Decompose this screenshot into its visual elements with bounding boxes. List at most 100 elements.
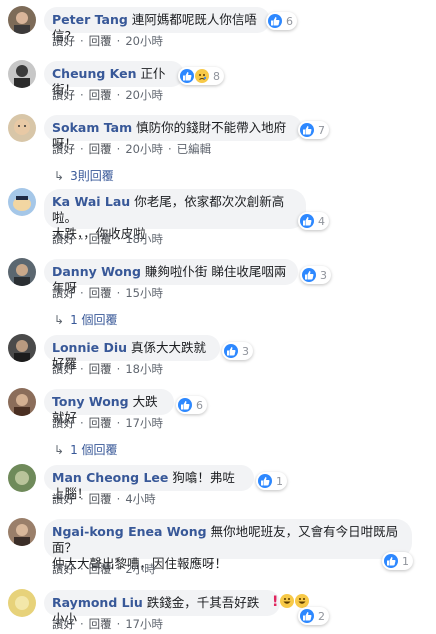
reaction-summary[interactable]: 1	[256, 472, 287, 490]
like-reaction-icon	[268, 14, 282, 28]
avatar[interactable]	[8, 6, 36, 34]
avatar[interactable]	[8, 188, 36, 216]
reaction-summary[interactable]: 6	[266, 12, 297, 30]
reaction-summary[interactable]: 4	[298, 212, 329, 230]
reaction-count: 6	[196, 398, 203, 412]
like-reaction-icon	[258, 474, 272, 488]
reaction-count: 1	[402, 554, 409, 568]
reply-arrow-icon: ↳	[54, 169, 65, 183]
commenter-name[interactable]: Sokam Tam	[52, 120, 132, 135]
comment-actions: 讚好 · 回覆 · 4小時	[52, 492, 156, 506]
timestamp[interactable]: 15小時	[125, 286, 163, 300]
like-reaction-icon	[224, 344, 238, 358]
edited-label[interactable]: 已編輯	[177, 142, 212, 156]
commenter-name[interactable]: Lonnie Diu	[52, 340, 127, 355]
timestamp[interactable]: 18小時	[125, 362, 163, 376]
like-reaction-icon	[300, 609, 314, 623]
reaction-summary[interactable]: 3	[300, 266, 331, 284]
reply-button[interactable]: 回覆	[89, 562, 112, 576]
like-button[interactable]: 讚好	[52, 617, 75, 631]
timestamp[interactable]: 20小時	[125, 142, 163, 156]
avatar[interactable]	[8, 589, 36, 617]
reaction-count: 1	[276, 474, 283, 488]
reply-button[interactable]: 回覆	[89, 286, 112, 300]
commenter-name[interactable]: Raymond Liu	[52, 595, 143, 610]
like-button[interactable]: 讚好	[52, 34, 75, 48]
comment-actions: 讚好 · 回覆 · 15小時	[52, 286, 163, 300]
like-button[interactable]: 讚好	[52, 362, 75, 376]
reply-button[interactable]: 回覆	[89, 232, 112, 246]
reaction-summary[interactable]: 6	[176, 396, 207, 414]
reply-button[interactable]: 回覆	[89, 34, 112, 48]
reply-button[interactable]: 回覆	[89, 492, 112, 506]
like-reaction-icon	[178, 398, 192, 412]
view-replies-link[interactable]: ↳ 3則回覆	[54, 167, 114, 184]
reaction-summary[interactable]: 2	[298, 607, 329, 625]
exclamation-emoji-icon: !	[272, 594, 279, 610]
like-button[interactable]: 讚好	[52, 562, 75, 576]
timestamp[interactable]: 17小時	[125, 617, 163, 631]
avatar[interactable]	[8, 464, 36, 492]
view-replies-link[interactable]: ↳ 1 個回覆	[54, 311, 118, 328]
like-button[interactable]: 讚好	[52, 492, 75, 506]
avatar[interactable]	[8, 334, 36, 362]
like-button[interactable]: 讚好	[52, 232, 75, 246]
comment-bubble: Peter Tang 連阿媽都呢既人你信唔信?	[44, 7, 270, 43]
timestamp[interactable]: 17小時	[125, 416, 163, 430]
reaction-count: 7	[318, 123, 325, 137]
commenter-name[interactable]: Tony Wong	[52, 394, 129, 409]
like-button[interactable]: 讚好	[52, 142, 75, 156]
reaction-summary[interactable]: 3	[222, 342, 253, 360]
comment-actions: 讚好 · 回覆 · 2小時	[52, 562, 156, 576]
avatar[interactable]	[8, 114, 36, 142]
timestamp[interactable]: 2小時	[125, 562, 155, 576]
comment-bubble: Man Cheong Lee 狗噏！弗咗上腦！	[44, 465, 254, 501]
comment-bubble: Danny Wong 賺夠啦仆街 睇住收尾咽兩年呀	[44, 259, 298, 295]
comment-bubble: Lonnie Diu 真係大大跌就好羅	[44, 335, 220, 371]
view-replies-link[interactable]: ↳ 1 個回覆	[54, 441, 118, 458]
commenter-name[interactable]: Man Cheong Lee	[52, 470, 168, 485]
like-reaction-icon	[300, 214, 314, 228]
reply-button[interactable]: 回覆	[89, 617, 112, 631]
reply-button[interactable]: 回覆	[89, 362, 112, 376]
commenter-name[interactable]: Ka Wai Lau	[52, 194, 130, 209]
grin-emoji-icon	[280, 593, 294, 612]
timestamp[interactable]: 20小時	[125, 34, 163, 48]
comment-actions: 讚好 · 回覆 · 20小時 · 已編輯	[52, 142, 212, 156]
avatar[interactable]	[8, 258, 36, 286]
comment-bubble: Raymond Liu 跌錢金，千其吾好跌小小	[44, 590, 280, 626]
commenter-name[interactable]: Cheung Ken	[52, 66, 137, 81]
reaction-summary[interactable]: 7	[298, 121, 329, 139]
reaction-summary[interactable]: 8	[178, 67, 224, 85]
timestamp[interactable]: 20小時	[125, 88, 163, 102]
reply-button[interactable]: 回覆	[89, 416, 112, 430]
comment-actions: 讚好 · 回覆 · 20小時	[52, 34, 163, 48]
avatar[interactable]	[8, 388, 36, 416]
commenter-name[interactable]: Ngai-kong Enea Wong	[52, 524, 207, 539]
like-button[interactable]: 讚好	[52, 88, 75, 102]
commenter-name[interactable]: Peter Tang	[52, 12, 128, 27]
avatar[interactable]	[8, 518, 36, 546]
replies-count-label: 1 個回覆	[70, 313, 118, 327]
comment-bubble: Ka Wai Lau 你老尾，依家都次次創新高啦。 大跌，，你收皮啦	[44, 189, 306, 241]
like-reaction-icon	[302, 268, 316, 282]
timestamp[interactable]: 18小時	[125, 232, 163, 246]
reply-button[interactable]: 回覆	[89, 142, 112, 156]
sad-reaction-icon	[195, 69, 209, 83]
like-reaction-icon	[300, 123, 314, 137]
avatar[interactable]	[8, 60, 36, 88]
comment-bubble: Cheung Ken 正仆街！	[44, 61, 184, 97]
like-reaction-icon	[384, 554, 398, 568]
commenter-name[interactable]: Danny Wong	[52, 264, 141, 279]
reaction-count: 4	[318, 214, 325, 228]
reaction-count: 3	[242, 344, 249, 358]
replies-count-label: 3則回覆	[70, 169, 114, 183]
timestamp[interactable]: 4小時	[125, 492, 155, 506]
like-button[interactable]: 讚好	[52, 286, 75, 300]
like-button[interactable]: 讚好	[52, 416, 75, 430]
reaction-count: 8	[213, 69, 220, 83]
reaction-count: 6	[286, 14, 293, 28]
like-reaction-icon	[180, 69, 194, 83]
reaction-summary[interactable]: 1	[382, 552, 413, 570]
reply-button[interactable]: 回覆	[89, 88, 112, 102]
